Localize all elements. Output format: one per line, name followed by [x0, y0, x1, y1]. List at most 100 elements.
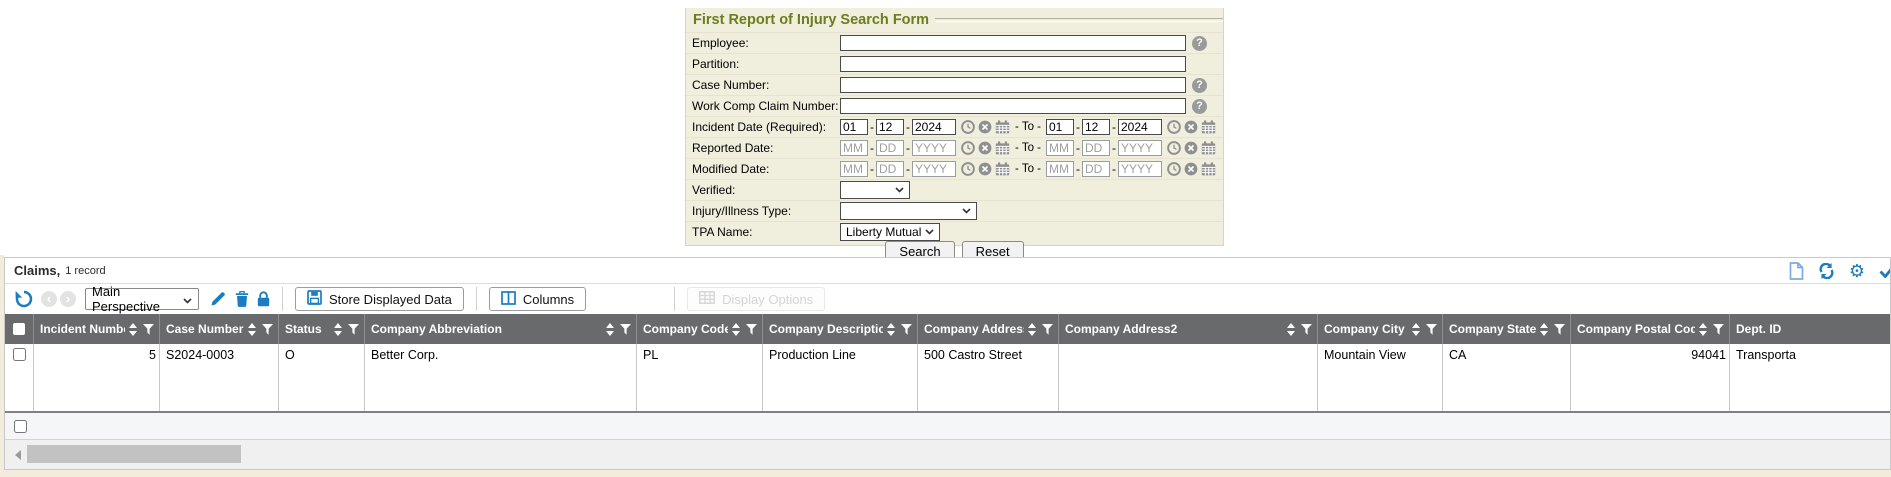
modified-date-to-yyyy-input[interactable] [1118, 161, 1162, 177]
filter-icon[interactable] [901, 324, 912, 335]
modified-date-to-dd-input[interactable] [1082, 161, 1110, 177]
column-header-company-address1[interactable]: Company Address1 [918, 314, 1059, 344]
clear-icon[interactable] [978, 141, 992, 155]
sort-icon[interactable] [732, 323, 740, 336]
clear-icon[interactable] [1184, 141, 1198, 155]
column-header-incident-number[interactable]: Incident Number [34, 314, 160, 344]
help-icon[interactable]: ? [1192, 99, 1207, 114]
help-icon[interactable]: ? [1192, 36, 1207, 51]
filter-icon[interactable] [1713, 324, 1724, 335]
sort-icon[interactable] [1287, 323, 1295, 336]
filter-icon[interactable] [143, 324, 154, 335]
clock-icon[interactable] [961, 162, 975, 176]
incident-date-from-dd-input[interactable] [876, 119, 904, 135]
column-header-company-code[interactable]: Company Code [637, 314, 763, 344]
column-header-company-city[interactable]: Company City [1318, 314, 1443, 344]
calendar-icon[interactable] [995, 141, 1010, 155]
clock-icon[interactable] [1167, 120, 1181, 134]
clear-icon[interactable] [1184, 120, 1198, 134]
reported-date-from-yyyy-input[interactable] [912, 140, 956, 156]
incident-date-to-dd-input[interactable] [1082, 119, 1110, 135]
verified-select[interactable] [840, 181, 910, 199]
work-comp-claim-number-input[interactable] [840, 98, 1186, 114]
scroll-left-arrow-icon[interactable] [15, 450, 21, 460]
delete-perspective-icon[interactable] [235, 291, 249, 307]
reported-date-to-dd-input[interactable] [1082, 140, 1110, 156]
clock-icon[interactable] [961, 141, 975, 155]
check-icon[interactable] [1879, 264, 1891, 278]
column-header-dept-id[interactable]: Dept. ID [1730, 314, 1890, 344]
sort-icon[interactable] [129, 323, 137, 336]
sort-icon[interactable] [887, 323, 895, 336]
horizontal-scrollbar[interactable] [5, 440, 1890, 469]
modified-date-from-dd-input[interactable] [876, 161, 904, 177]
incident-date-to-mm-input[interactable] [1046, 119, 1074, 135]
calendar-icon[interactable] [995, 162, 1010, 176]
refresh-icon[interactable] [1818, 263, 1835, 279]
injury-illness-type-select[interactable] [840, 202, 977, 220]
clock-icon[interactable] [1167, 141, 1181, 155]
column-header-company-description[interactable]: Company Description [763, 314, 918, 344]
sort-icon[interactable] [606, 323, 614, 336]
column-header-status[interactable]: Status [279, 314, 365, 344]
modified-date-from-mm-input[interactable] [840, 161, 868, 177]
new-document-icon[interactable] [1789, 262, 1804, 280]
modified-date-to-mm-input[interactable] [1046, 161, 1074, 177]
filter-icon[interactable] [1301, 324, 1312, 335]
help-icon[interactable]: ? [1192, 78, 1207, 93]
reported-date-to-yyyy-input[interactable] [1118, 140, 1162, 156]
clear-icon[interactable] [978, 162, 992, 176]
case-number-input[interactable] [840, 77, 1186, 93]
sort-icon[interactable] [1028, 323, 1036, 336]
incident-date-from-yyyy-input[interactable] [912, 119, 956, 135]
gear-icon[interactable]: ⚙ [1849, 262, 1865, 280]
sort-icon[interactable] [334, 323, 342, 336]
column-header-company-postal-code[interactable]: Company Postal Code [1571, 314, 1730, 344]
calendar-icon[interactable] [1201, 141, 1216, 155]
claims-record-count: 1 record [65, 265, 105, 277]
filter-icon[interactable] [746, 324, 757, 335]
reported-date-to-mm-input[interactable] [1046, 140, 1074, 156]
columns-button[interactable]: Columns [489, 287, 586, 311]
clear-icon[interactable] [978, 120, 992, 134]
filter-icon[interactable] [620, 324, 631, 335]
tpa-name-select[interactable]: Liberty Mutual [840, 223, 940, 241]
incident-date-from-mm-input[interactable] [840, 119, 868, 135]
clear-icon[interactable] [1184, 162, 1198, 176]
calendar-icon[interactable] [1201, 162, 1216, 176]
partition-input[interactable] [840, 56, 1186, 72]
reported-date-from-dd-input[interactable] [876, 140, 904, 156]
filter-icon[interactable] [262, 324, 273, 335]
sort-icon[interactable] [1412, 323, 1420, 336]
clock-icon[interactable] [961, 120, 975, 134]
scrollbar-thumb[interactable] [27, 445, 241, 463]
filter-icon[interactable] [348, 324, 359, 335]
filter-icon[interactable] [1426, 324, 1437, 335]
filter-icon[interactable] [1042, 324, 1053, 335]
sort-icon[interactable] [1540, 323, 1548, 336]
edit-perspective-icon[interactable] [210, 291, 226, 307]
calendar-icon[interactable] [1201, 120, 1216, 134]
column-header-company-state[interactable]: Company State [1443, 314, 1571, 344]
footer-checkbox[interactable] [14, 420, 27, 433]
row-checkbox[interactable] [13, 348, 26, 361]
filter-icon[interactable] [1554, 324, 1565, 335]
sort-icon[interactable] [248, 323, 256, 336]
lock-perspective-icon[interactable] [257, 291, 270, 307]
clock-icon[interactable] [1167, 162, 1181, 176]
table-row[interactable]: 5S2024-0003OBetter Corp.PLProduction Lin… [5, 344, 1890, 413]
reported-date-from-mm-input[interactable] [840, 140, 868, 156]
column-header-company-address2[interactable]: Company Address2 [1059, 314, 1318, 344]
undo-icon[interactable] [15, 290, 33, 308]
store-displayed-data-button[interactable]: Store Displayed Data [295, 287, 464, 311]
sort-icon[interactable] [1699, 323, 1707, 336]
column-header-company-abbreviation[interactable]: Company Abbreviation [365, 314, 637, 344]
calendar-icon[interactable] [995, 120, 1010, 134]
select-all-checkbox[interactable] [13, 323, 25, 335]
perspective-select[interactable]: Main Perspective [85, 288, 199, 310]
modified-date-from-yyyy-input[interactable] [912, 161, 956, 177]
column-label-status: Status [285, 322, 330, 336]
employee-input[interactable] [840, 35, 1186, 51]
column-header-case-number[interactable]: Case Number [160, 314, 279, 344]
incident-date-to-yyyy-input[interactable] [1118, 119, 1162, 135]
